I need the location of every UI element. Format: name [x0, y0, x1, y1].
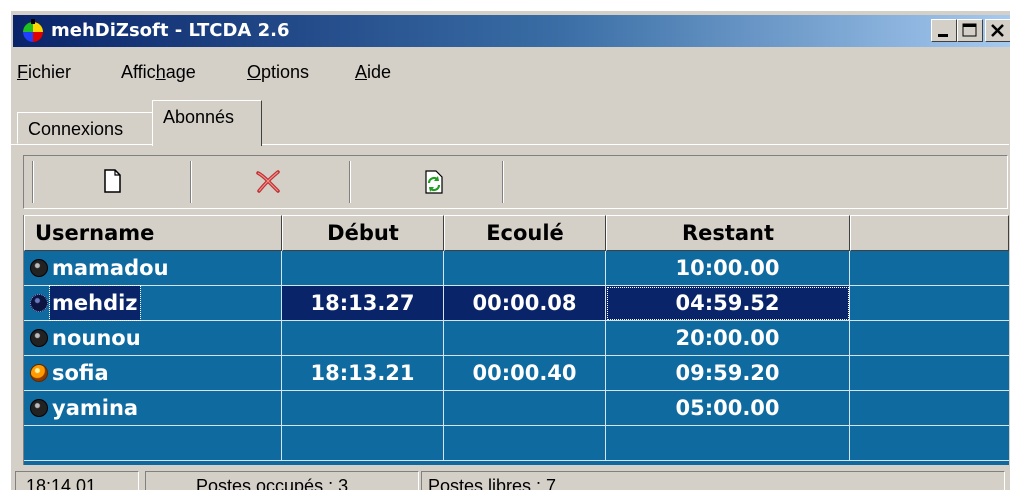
restant-cell: 10:00.00	[606, 251, 850, 286]
empty-cell	[282, 426, 444, 461]
ecoule-cell: 00:00.08	[444, 286, 606, 321]
table-row[interactable]: mamadou 10:00.00	[24, 251, 1009, 286]
close-icon	[991, 24, 1004, 37]
menu-aide[interactable]: Aide	[355, 61, 391, 83]
blank-cell	[850, 356, 1009, 391]
column-header-ecoule[interactable]: Ecoulé	[444, 215, 606, 251]
subscribers-table: Username Début Ecoulé Restant mamadou 10…	[23, 215, 1009, 465]
maximize-icon	[962, 23, 977, 37]
delete-icon	[256, 170, 280, 193]
debut-cell	[282, 251, 444, 286]
new-button[interactable]	[96, 165, 128, 197]
status-bulb-icon	[30, 399, 48, 417]
refresh-button[interactable]	[418, 165, 450, 197]
ecoule-cell	[444, 251, 606, 286]
window-title: mehDiZsoft - LTCDA 2.6	[51, 20, 290, 41]
empty-cell	[444, 426, 606, 461]
tab-connexions[interactable]: Connexions	[17, 112, 157, 144]
status-bulb-icon	[30, 294, 48, 312]
restant-cell: 05:00.00	[606, 391, 850, 426]
toolbar-separator	[349, 161, 351, 203]
status-bar: 18:14.01 Postes occupés : 3 Postes libre…	[11, 469, 1009, 490]
tab-abonnes[interactable]: Abonnés	[152, 100, 262, 146]
table-row[interactable]: sofia 18:13.21 00:00.40 09:59.20	[24, 356, 1009, 391]
status-free: Postes libres : 7	[421, 471, 1005, 490]
username-cell: mamadou	[24, 251, 282, 286]
menu-fichier[interactable]: Fichier	[17, 61, 71, 83]
ecoule-cell: 00:00.40	[444, 356, 606, 391]
new-icon	[104, 169, 121, 193]
blank-cell	[850, 251, 1009, 286]
maximize-button[interactable]	[957, 19, 983, 42]
table-row-empty	[24, 426, 1009, 461]
empty-cell	[850, 426, 1009, 461]
app-window: mehDiZsoft - LTCDA 2.6 Fichier Affichage…	[10, 10, 1010, 490]
blank-cell	[850, 321, 1009, 356]
debut-cell: 18:13.27	[282, 286, 444, 321]
blank-cell	[850, 286, 1009, 321]
menu-bar: Fichier Affichage Options Aide	[11, 53, 1009, 87]
status-occupied: Postes occupés : 3	[145, 471, 419, 490]
subscribers-panel: Username Début Ecoulé Restant mamadou 10…	[11, 144, 1009, 490]
restant-cell: 04:59.52	[606, 286, 850, 321]
restant-cell: 09:59.20	[606, 356, 850, 391]
app-icon	[23, 19, 43, 42]
menu-affichage[interactable]: Affichage	[121, 61, 196, 83]
close-button[interactable]	[985, 19, 1010, 42]
menu-options[interactable]: Options	[247, 61, 309, 83]
column-header-restant[interactable]: Restant	[606, 215, 850, 251]
toolbar	[23, 155, 1008, 209]
title-bar[interactable]: mehDiZsoft - LTCDA 2.6	[13, 15, 1010, 47]
column-header-debut[interactable]: Début	[282, 215, 444, 251]
toolbar-separator	[502, 161, 504, 203]
ecoule-cell	[444, 321, 606, 356]
tab-strip: Connexions Abonnés	[11, 94, 1009, 146]
status-time: 18:14.01	[15, 471, 139, 490]
debut-cell: 18:13.21	[282, 356, 444, 391]
toolbar-separator	[190, 161, 192, 203]
username-cell: sofia	[24, 356, 282, 391]
table-row[interactable]: mehdiz 18:13.27 00:00.08 04:59.52	[24, 285, 1009, 321]
empty-cell	[606, 426, 850, 461]
username-cell: nounou	[24, 321, 282, 356]
column-header-blank	[850, 215, 1009, 251]
username-cell: yamina	[24, 391, 282, 426]
minimize-button[interactable]	[931, 19, 957, 42]
ecoule-cell	[444, 391, 606, 426]
delete-button[interactable]	[252, 165, 284, 197]
table-row[interactable]: yamina 05:00.00	[24, 391, 1009, 426]
column-header-username[interactable]: Username	[24, 215, 282, 251]
table-row[interactable]: nounou 20:00.00	[24, 321, 1009, 356]
refresh-icon	[425, 170, 443, 194]
debut-cell	[282, 321, 444, 356]
blank-cell	[850, 391, 1009, 426]
restant-cell: 20:00.00	[606, 321, 850, 356]
status-bulb-icon	[30, 364, 48, 382]
status-bulb-icon	[30, 329, 48, 347]
empty-cell	[24, 426, 282, 461]
minimize-icon	[938, 34, 948, 37]
username-cell: mehdiz	[24, 285, 282, 321]
toolbar-separator	[32, 161, 34, 203]
status-bulb-icon	[30, 259, 48, 277]
debut-cell	[282, 391, 444, 426]
